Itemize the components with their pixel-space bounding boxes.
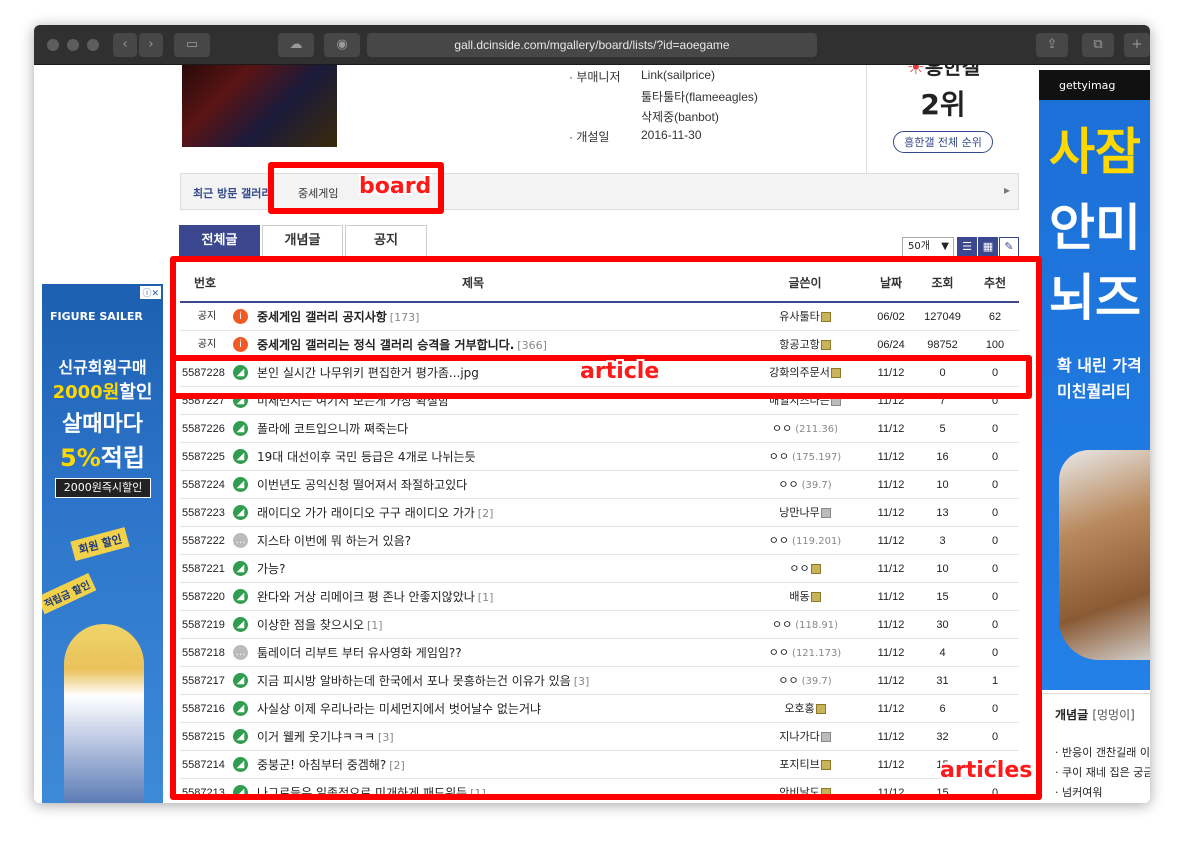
rank-all-button[interactable]: 흥한갤 전체 순위 (893, 131, 993, 153)
left-ad-discount-button[interactable]: 2000원즉시할인 (55, 478, 151, 498)
share-icon[interactable]: ⇪ (1036, 33, 1068, 57)
browser-toolbar: ‹ › ▭ ☁ ◉ gall.dcinside.com/mgallery/boa… (34, 25, 1150, 65)
per-page-select[interactable]: 50개 ▼ (902, 237, 954, 257)
cloud-icon[interactable]: ☁ (278, 33, 314, 57)
concept-item-1[interactable]: · 반응이 갠찬길래 이 (1055, 744, 1150, 760)
concept-posts-box: 개념글 [멍멍이] · 반응이 갠찬길래 이 · 쿠이 재네 집은 궁금 · 넘… (1039, 693, 1150, 803)
minimize-window-button[interactable] (67, 39, 79, 51)
concept-item-3[interactable]: · 넘커여워 (1055, 784, 1102, 800)
sun-icon: ☀ (906, 65, 925, 79)
massage-chair-image (1059, 450, 1150, 660)
right-ad-sub1: 확 내린 가격 (1057, 356, 1142, 375)
articles-highlight-box (170, 256, 1042, 800)
figure-character-image (64, 624, 144, 803)
left-ad-line1: 신규회원구매 (58, 358, 147, 377)
board-annotation: board (359, 174, 432, 199)
right-ad-big2: 안미 (1049, 199, 1141, 257)
privacy-icon[interactable]: ◉ (324, 33, 360, 57)
manager-3[interactable]: 삭제중(banbot) (641, 108, 719, 125)
ad-choices-icon[interactable]: ⓘ✕ (140, 286, 161, 299)
list-view-icon[interactable]: ☰ (957, 237, 977, 257)
tab-all[interactable]: 전체글 (179, 225, 260, 257)
right-ad-big3: 뇌즈 (1049, 269, 1141, 327)
tab-notice[interactable]: 공지 (345, 225, 427, 257)
back-button[interactable]: ‹ (113, 33, 137, 57)
grid-view-icon[interactable]: ▦ (978, 237, 998, 257)
article-annotation: article (580, 359, 660, 384)
left-ad-line2: 2000원할인 (52, 382, 153, 403)
left-ad-tag2: 적립금 할인 (42, 572, 97, 615)
zoom-window-button[interactable] (87, 39, 99, 51)
new-tab-icon[interactable]: + (1124, 33, 1150, 57)
concept-item-2[interactable]: · 쿠이 재네 집은 궁금 (1055, 764, 1150, 780)
manager-1[interactable]: Link(sailprice) (641, 68, 715, 82)
manager-2[interactable]: 툴타툴타(flameeagles) (641, 88, 758, 105)
forward-button[interactable]: › (139, 33, 163, 57)
rank-heading: ☀흥한갤 (867, 65, 1020, 80)
rank-value: 2위 (920, 88, 966, 121)
founded-label: · 개설일 (569, 130, 610, 144)
sidebar-icon[interactable]: ▭ (174, 33, 210, 57)
recent-next-arrow-icon[interactable]: ▸ (1004, 183, 1010, 197)
right-ad-brand: gettyimag (1039, 70, 1150, 100)
left-ad-line4: 5%적립 (60, 444, 145, 472)
rank-box: ☀흥한갤 2위 흥한갤 전체 순위 (866, 65, 1019, 173)
right-ad-big1: 사잠 (1049, 123, 1141, 181)
recent-label: 최근 방문 갤러리 (193, 187, 272, 200)
gallery-banner-image (182, 65, 337, 147)
right-ad-banner[interactable]: gettyimag 사잠 안미 뇌즈 확 내린 가격 미친퀄리티 (1039, 70, 1150, 690)
left-ad-line3: 살때마다 (62, 412, 143, 437)
close-window-button[interactable] (47, 39, 59, 51)
managers-label: · 부매니저 (569, 70, 621, 84)
write-post-icon[interactable]: ✎ (999, 237, 1019, 257)
chevron-down-icon: ▼ (941, 241, 949, 252)
tabs-icon[interactable]: ⧉ (1082, 33, 1114, 57)
founded-date: 2016-11-30 (641, 128, 702, 142)
left-ad-tag1: 회원 할인 (70, 527, 130, 561)
concept-title: 개념글 [멍멍이] (1055, 708, 1135, 722)
articles-annotation: articles (940, 758, 1033, 783)
left-ad-banner[interactable]: ⓘ✕ FIGURE SAILER 신규회원구매 2000원할인 살때마다 5%적… (42, 284, 163, 803)
right-ad-sub2: 미친퀄리티 (1057, 382, 1131, 401)
left-ad-brand: FIGURE SAILER (50, 310, 143, 323)
address-bar[interactable]: gall.dcinside.com/mgallery/board/lists/?… (367, 33, 817, 57)
tab-concept[interactable]: 개념글 (262, 225, 343, 257)
